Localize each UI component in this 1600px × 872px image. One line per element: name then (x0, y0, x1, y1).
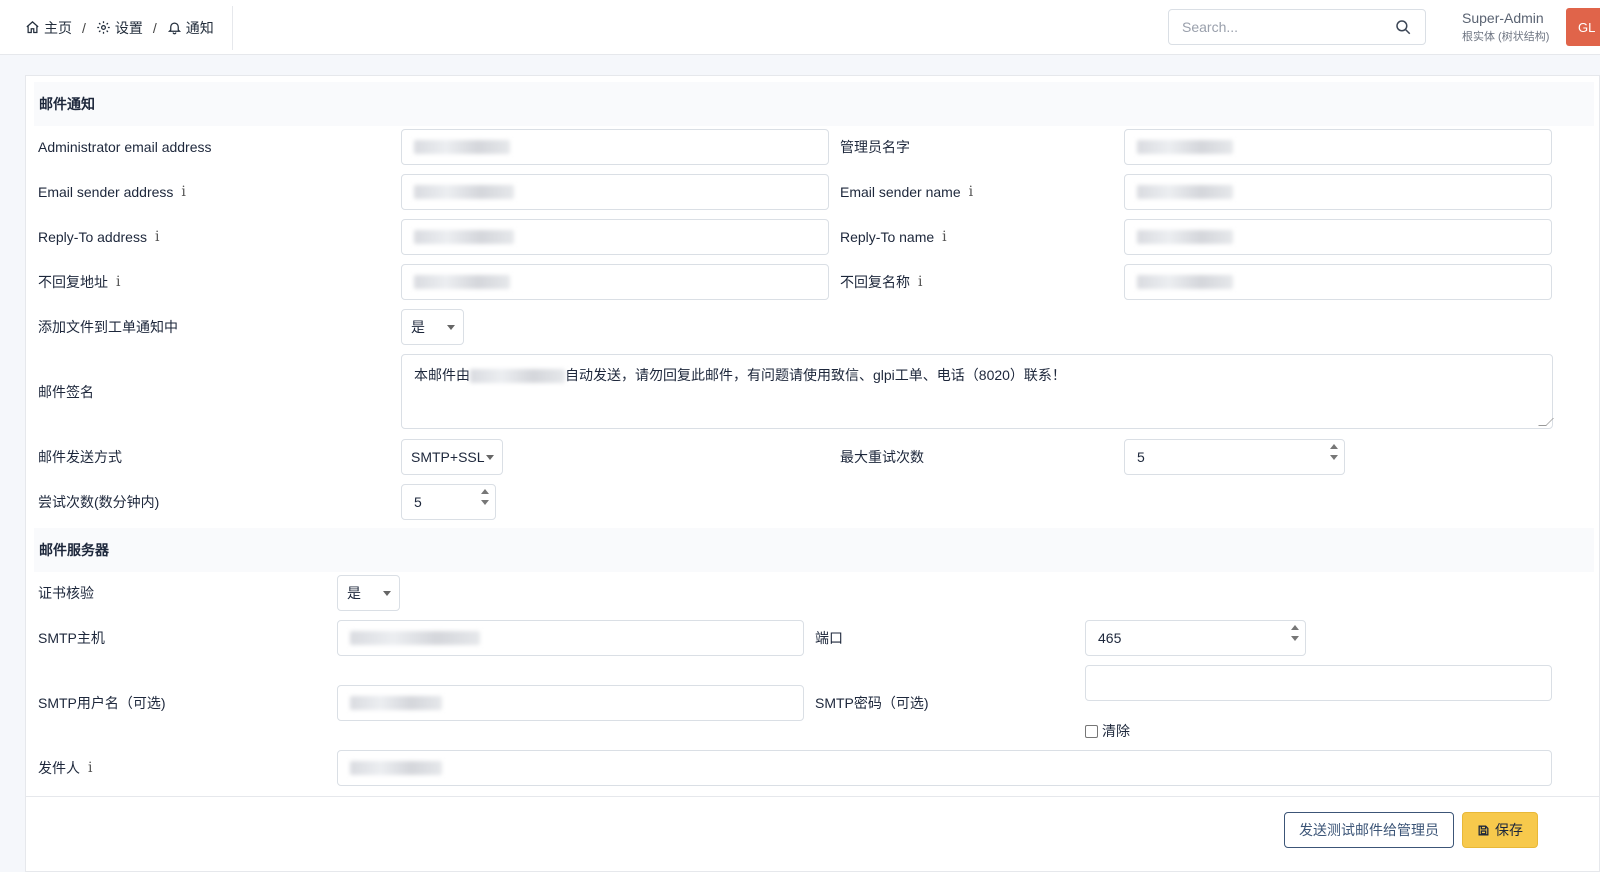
info-icon[interactable]: i (181, 184, 185, 200)
reply-to-name-field[interactable] (1124, 219, 1552, 255)
info-icon[interactable]: i (942, 229, 946, 245)
resize-handle[interactable] (1538, 418, 1554, 426)
info-icon[interactable]: i (918, 274, 922, 290)
top-bar: 主页 / 设置 / 通知 Super-Admin 根实体 (树状结构) GL (0, 0, 1600, 55)
section-email-notifications: 邮件通知 (34, 82, 1594, 126)
chevron-down-icon (383, 591, 391, 596)
cert-verify-label: 证书核验 (38, 585, 94, 601)
breadcrumb-separator: / (82, 19, 86, 36)
search-icon[interactable] (1394, 18, 1412, 36)
user-name: Super-Admin (1462, 10, 1544, 26)
breadcrumb: 主页 / 设置 / 通知 (25, 0, 214, 55)
reply-to-address-field[interactable] (401, 219, 829, 255)
admin-email-field[interactable] (401, 129, 829, 165)
breadcrumb-notifications[interactable]: 通知 (167, 18, 214, 38)
info-icon[interactable]: i (969, 184, 973, 200)
smtp-host-label: SMTP主机 (38, 630, 105, 646)
divider (26, 796, 1600, 797)
smtp-user-label: SMTP用户名（可选) (38, 695, 166, 711)
gear-icon (97, 21, 110, 34)
noreply-name-field[interactable] (1124, 264, 1552, 300)
noreply-address-label: 不回复地址 i (38, 274, 121, 290)
smtp-user-field[interactable] (337, 685, 804, 721)
clear-password-checkbox[interactable]: 清除 (1085, 721, 1130, 741)
send-method-select[interactable]: SMTP+SSL (401, 439, 503, 475)
admin-name-label: 管理员名字 (840, 139, 910, 155)
avatar[interactable]: GL (1566, 8, 1600, 46)
number-spinner[interactable] (481, 489, 489, 505)
cert-verify-select[interactable]: 是 (337, 575, 400, 611)
section-mail-server: 邮件服务器 (34, 528, 1594, 572)
settings-card: 邮件通知 Administrator email address 管理员名字 E… (25, 75, 1600, 872)
sender-name-field[interactable] (1124, 174, 1552, 210)
sender-address-field[interactable] (401, 174, 829, 210)
breadcrumb-home[interactable]: 主页 (25, 18, 72, 38)
smtp-host-field[interactable] (337, 620, 804, 656)
noreply-address-field[interactable] (401, 264, 829, 300)
from-label: 发件人 i (38, 760, 93, 776)
home-icon (26, 21, 39, 34)
retry-interval-label: 尝试次数(数分钟内) (38, 494, 160, 510)
port-label: 端口 (815, 630, 843, 646)
save-icon (1478, 825, 1489, 835)
number-spinner[interactable] (1291, 625, 1299, 641)
max-retry-field[interactable]: 5 (1124, 439, 1345, 475)
noreply-name-label: 不回复名称 i (840, 274, 923, 290)
bell-icon (167, 22, 181, 35)
smtp-password-field[interactable] (1085, 665, 1552, 701)
sender-name-label: Email sender name i (840, 184, 974, 200)
number-spinner[interactable] (1330, 444, 1338, 460)
from-field[interactable] (337, 750, 1552, 786)
attach-files-label: 添加文件到工单通知中 (38, 319, 178, 335)
signature-textarea[interactable]: 本邮件由 自动发送，请勿回复此邮件，有问题请使用致信、glpi工单、电话（8020… (401, 354, 1554, 429)
signature-label: 邮件签名 (38, 384, 94, 400)
port-field[interactable]: 465 (1085, 620, 1306, 656)
chevron-down-icon (486, 455, 494, 460)
user-menu[interactable]: Super-Admin 根实体 (树状结构) (1462, 10, 1549, 44)
save-button[interactable]: 保存 (1462, 812, 1538, 848)
breadcrumb-separator: / (152, 19, 157, 36)
smtp-password-label: SMTP密码（可选) (815, 695, 929, 711)
max-retry-label: 最大重试次数 (840, 449, 924, 465)
info-icon[interactable]: i (155, 229, 159, 245)
sender-address-label: Email sender address i (38, 184, 186, 200)
divider (232, 6, 233, 50)
info-icon[interactable]: i (116, 274, 120, 290)
admin-email-label: Administrator email address (38, 139, 212, 155)
admin-name-field[interactable] (1124, 129, 1552, 165)
reply-to-name-label: Reply-To name i (840, 229, 947, 245)
attach-files-select[interactable]: 是 (401, 309, 464, 345)
retry-interval-field[interactable]: 5 (401, 484, 496, 520)
search-input[interactable] (1169, 10, 1369, 44)
info-icon[interactable]: i (88, 760, 92, 776)
send-test-email-button[interactable]: 发送测试邮件给管理员 (1284, 812, 1454, 848)
breadcrumb-settings[interactable]: 设置 (96, 18, 143, 38)
user-entity: 根实体 (树状结构) (1462, 31, 1550, 43)
search-box[interactable] (1168, 9, 1426, 45)
checkbox[interactable] (1085, 724, 1098, 738)
send-method-label: 邮件发送方式 (38, 449, 122, 465)
reply-to-address-label: Reply-To address i (38, 229, 160, 245)
chevron-down-icon (447, 325, 455, 330)
